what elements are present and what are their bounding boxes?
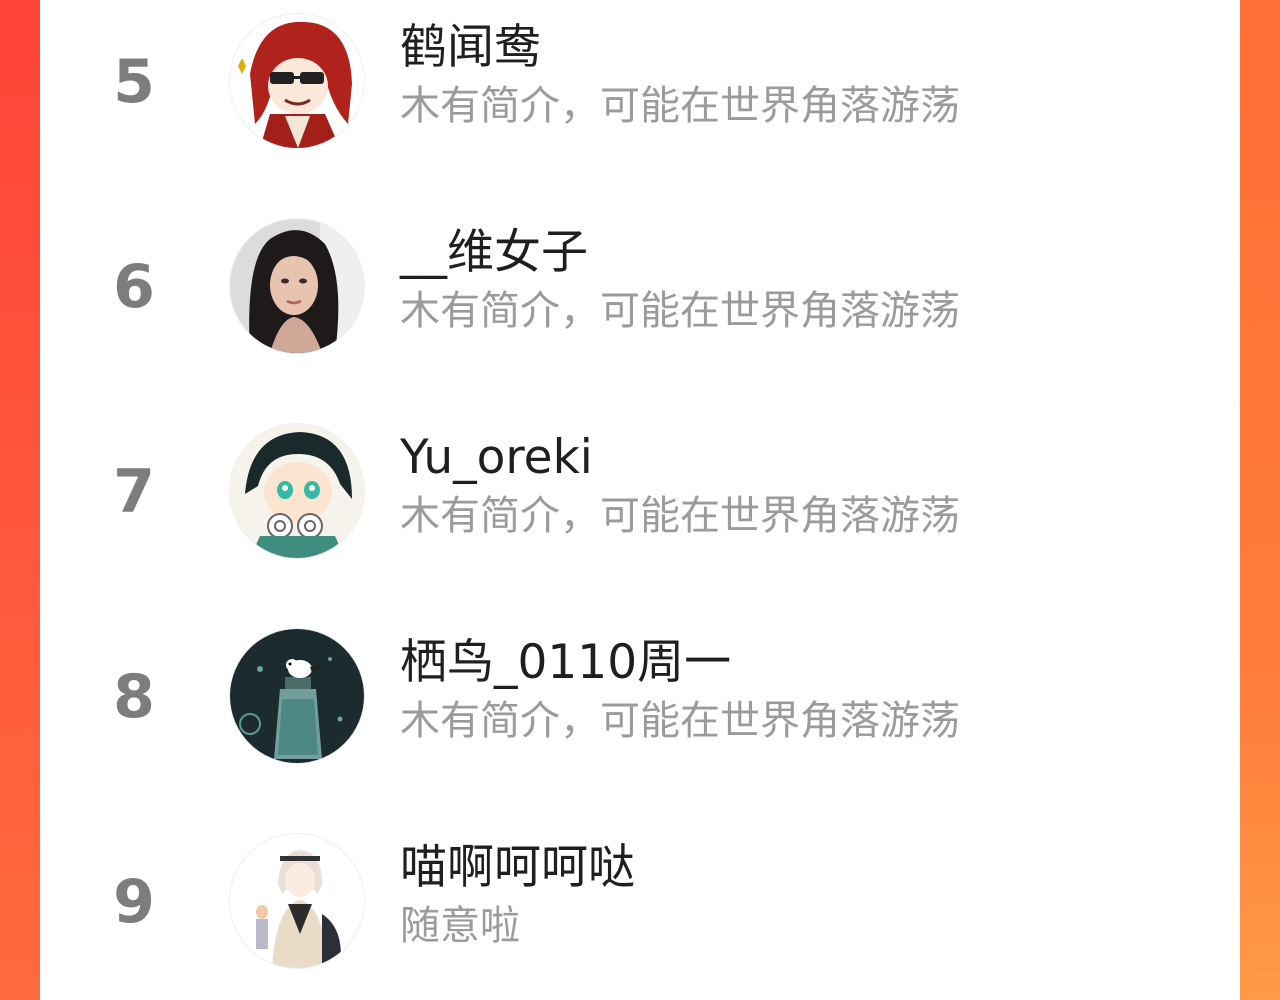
- bird-on-bottle-avatar-icon[interactable]: [230, 629, 364, 763]
- ranking-row-6[interactable]: 6 __维女子 木有简介，可能在世界角落游荡: [40, 205, 1240, 410]
- rank-number: 7: [113, 457, 155, 527]
- ranking-row-8[interactable]: 8 栖鸟_0110周一 木有简介，可能在世界角落游荡: [40, 615, 1240, 820]
- woman-photo-avatar-icon[interactable]: [230, 219, 364, 353]
- ranking-row-7[interactable]: 7 Yu_oreki 木有简介，可能在世界角落游荡: [40, 410, 1240, 615]
- user-bio: 随意啦: [400, 903, 520, 949]
- green-eyed-anime-avatar-icon[interactable]: [230, 424, 364, 558]
- user-bio: 木有简介，可能在世界角落游荡: [400, 288, 960, 334]
- rank-number: 6: [113, 252, 155, 322]
- left-accent-edge: [0, 0, 40, 1000]
- user-name[interactable]: 鹤闻鸯: [400, 20, 541, 76]
- rank-number: 5: [113, 47, 155, 117]
- user-name[interactable]: 喵啊呵呵哒: [400, 840, 635, 896]
- user-bio: 木有简介，可能在世界角落游荡: [400, 83, 960, 129]
- rank-number: 9: [113, 867, 155, 937]
- user-name[interactable]: 栖鸟_0110周一: [400, 635, 731, 691]
- rank-number: 8: [113, 662, 155, 732]
- red-hair-anime-avatar-icon[interactable]: [230, 14, 364, 148]
- ranking-row-9[interactable]: 9 喵啊呵呵哒 随意啦: [40, 820, 1240, 1000]
- user-bio: 木有简介，可能在世界角落游荡: [400, 493, 960, 539]
- white-hair-anime-avatar-icon[interactable]: [230, 834, 364, 968]
- ranking-row-5[interactable]: 5 鹤闻鸯 木有简介，可能在世界角落游荡: [40, 0, 1240, 205]
- user-name[interactable]: Yu_oreki: [400, 430, 593, 486]
- user-bio: 木有简介，可能在世界角落游荡: [400, 698, 960, 744]
- user-name[interactable]: __维女子: [400, 225, 588, 281]
- right-accent-edge: [1240, 0, 1280, 1000]
- ranking-list: 5 鹤闻鸯 木有简介，可能在世界角落游荡 6 __维女子 木有简介，可能在世界角…: [40, 0, 1240, 1000]
